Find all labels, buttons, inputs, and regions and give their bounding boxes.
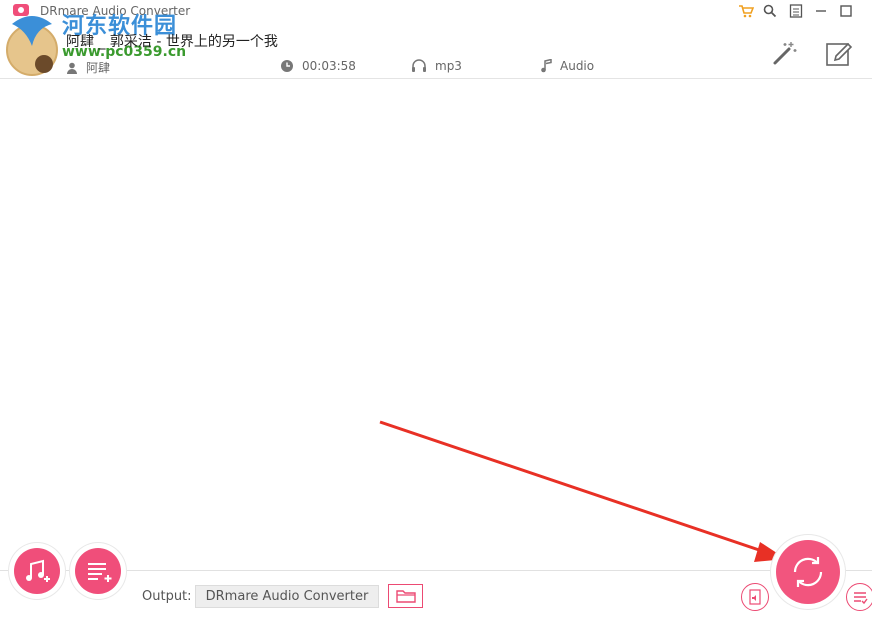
convert-icon <box>793 557 823 587</box>
add-music-icon <box>26 559 50 582</box>
folder-icon <box>395 590 416 603</box>
add-list-icon <box>88 563 112 582</box>
add-music-button[interactable] <box>9 543 65 599</box>
output-path-field[interactable]: DRmare Audio Converter <box>195 585 379 608</box>
audio-file-icon <box>749 589 761 605</box>
annotation-arrow <box>379 420 786 562</box>
convert-button[interactable] <box>771 535 845 609</box>
converted-list-button[interactable] <box>846 583 872 611</box>
browse-folder-button[interactable] <box>388 584 423 608</box>
audio-settings-button[interactable] <box>741 583 769 611</box>
converted-list-icon <box>854 592 868 605</box>
add-playlist-button[interactable] <box>70 543 126 599</box>
output-label: Output: <box>142 589 192 604</box>
